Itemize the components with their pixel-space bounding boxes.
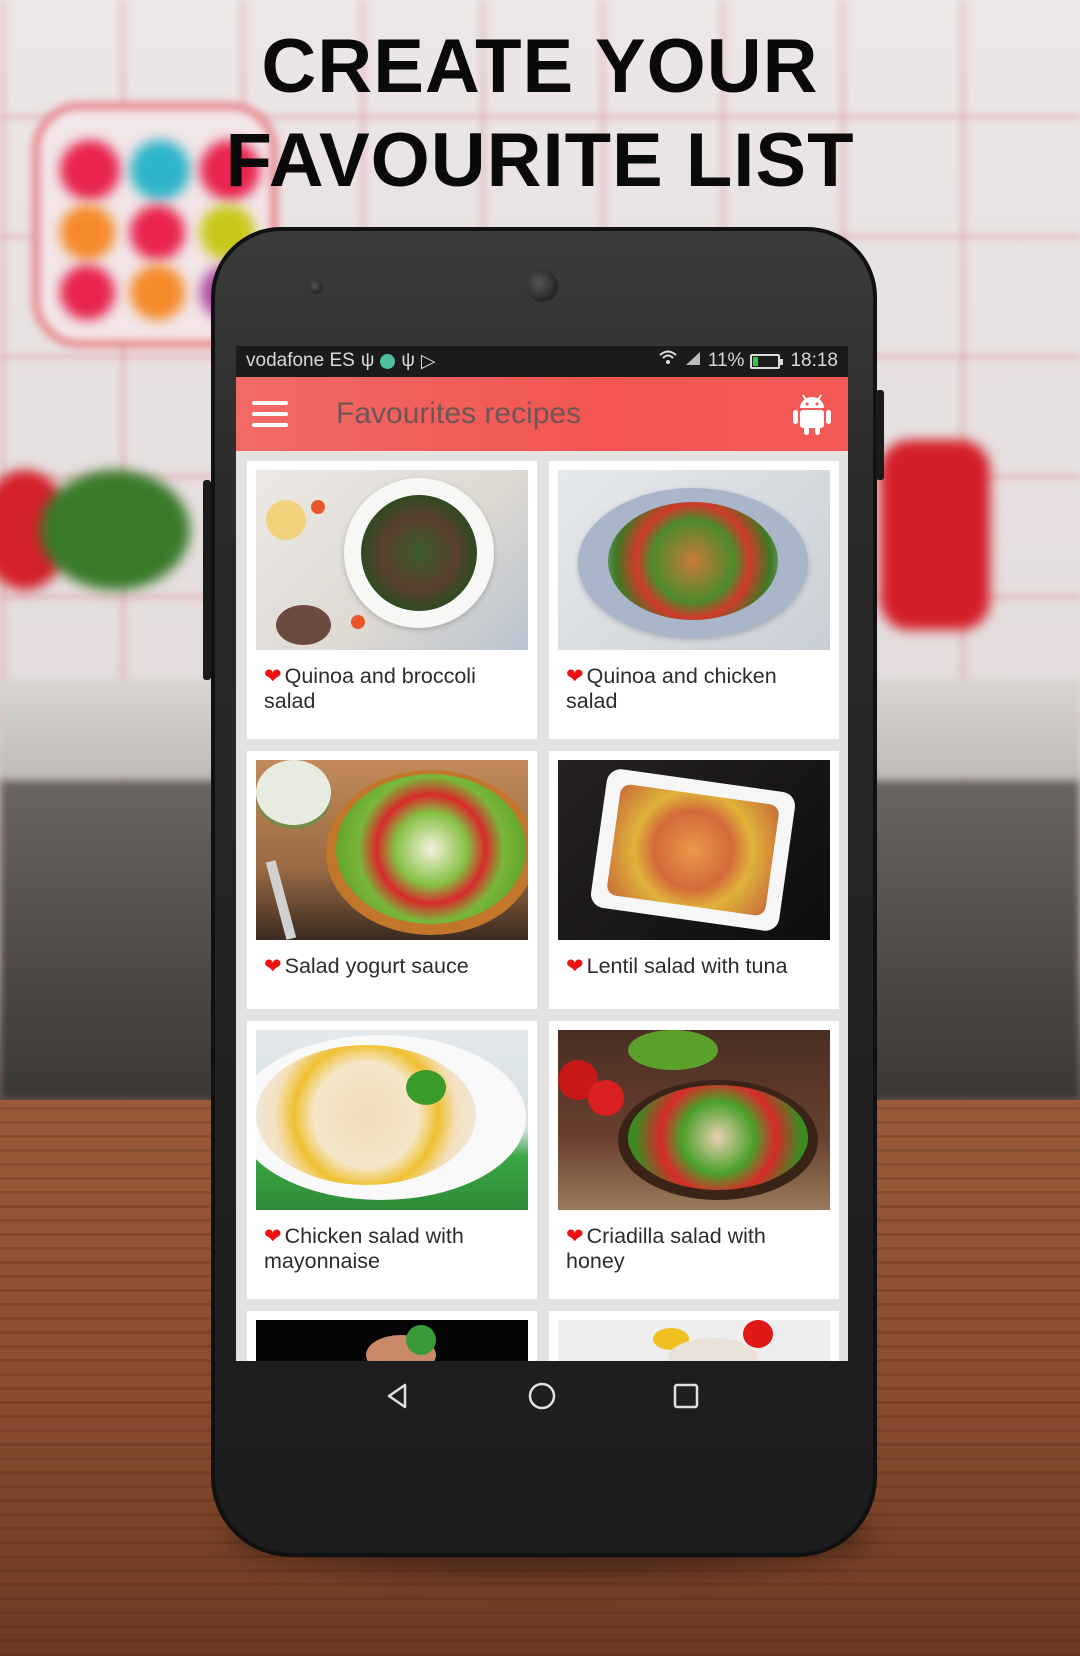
app-notification-icon	[380, 353, 396, 369]
heart-icon[interactable]: ❤	[264, 1225, 282, 1248]
partial-recipe-photo	[558, 1320, 830, 1361]
heart-icon[interactable]: ❤	[264, 955, 282, 978]
recipe-card[interactable]: ❤ Lentil salad with tuna	[549, 751, 839, 1009]
heart-icon[interactable]: ❤	[264, 665, 282, 688]
headline-line-2: FAVOURITE LIST	[225, 118, 855, 203]
salad-yogurt-sauce-photo	[256, 760, 528, 940]
carrier-name: vodafone ES	[246, 350, 355, 371]
home-icon[interactable]	[525, 1379, 559, 1413]
quinoa-broccoli-salad-photo	[256, 470, 528, 650]
wifi-icon	[658, 350, 678, 372]
usb-icon: ψ	[360, 350, 375, 371]
back-icon[interactable]	[381, 1379, 415, 1413]
page-title: Favourites recipes	[336, 397, 582, 430]
battery-percent: 11%	[707, 350, 745, 371]
clock: 18:18	[790, 350, 838, 371]
recipe-card[interactable]: ❤ Salad yogurt sauce	[247, 751, 537, 1009]
quinoa-chicken-salad-photo	[558, 470, 830, 650]
phone-screen: vodafone ES ψ ψ ▷ 11% 18:18 Favourites r…	[236, 346, 848, 1361]
usb-icon: ψ	[401, 350, 415, 371]
recipe-title[interactable]: ❤ Lentil salad with tuna	[558, 940, 830, 979]
play-store-icon: ▷	[420, 350, 436, 372]
background-decor	[60, 265, 115, 320]
recipe-title[interactable]: ❤ Quinoa and chicken salad	[558, 650, 830, 713]
chicken-salad-mayonnaise-photo	[256, 1030, 528, 1210]
recents-icon[interactable]	[669, 1379, 703, 1413]
battery-icon	[750, 353, 784, 369]
recipe-title[interactable]: ❤ Chicken salad with mayonnaise	[256, 1210, 528, 1273]
background-decor	[40, 470, 190, 590]
recipe-title[interactable]: ❤ Quinoa and broccoli salad	[256, 650, 528, 713]
signal-icon	[684, 350, 702, 372]
background-decor	[60, 205, 115, 260]
phone-side-button	[876, 390, 884, 480]
android-icon[interactable]	[792, 392, 832, 436]
background-decor	[130, 205, 185, 260]
recipe-card[interactable]: ❤ Quinoa and chicken salad	[549, 461, 839, 739]
recipe-card[interactable]: ❤ Criadilla salad with honey	[549, 1021, 839, 1299]
recipe-card[interactable]	[247, 1311, 537, 1361]
app-bar: Favourites recipes	[236, 377, 848, 451]
heart-icon[interactable]: ❤	[566, 665, 584, 688]
lentil-salad-tuna-photo	[558, 760, 830, 940]
status-bar: vodafone ES ψ ψ ▷ 11% 18:18	[236, 346, 848, 376]
recipe-card[interactable]	[549, 1311, 839, 1361]
recipe-title[interactable]: ❤ Salad yogurt sauce	[256, 940, 528, 979]
recipe-card[interactable]: ❤ Quinoa and broccoli salad	[247, 461, 537, 739]
background-decor	[130, 265, 185, 320]
background-decor	[880, 440, 990, 630]
hamburger-menu-icon[interactable]	[252, 401, 288, 427]
android-nav-bar	[236, 1361, 848, 1431]
heart-icon[interactable]: ❤	[566, 1225, 584, 1248]
phone-sensor	[309, 280, 323, 294]
phone-front-camera	[526, 270, 558, 302]
favourites-list[interactable]: ❤ Quinoa and broccoli salad ❤ Quinoa and c…	[236, 451, 848, 1361]
partial-recipe-photo	[256, 1320, 528, 1361]
promo-headline: CREATE YOUR FAVOURITE LIST	[0, 20, 1080, 208]
phone-side-button	[203, 480, 211, 680]
heart-icon[interactable]: ❤	[566, 955, 584, 978]
recipe-card[interactable]: ❤ Chicken salad with mayonnaise	[247, 1021, 537, 1299]
recipe-title[interactable]: ❤ Criadilla salad with honey	[558, 1210, 830, 1273]
criadilla-salad-honey-photo	[558, 1030, 830, 1210]
headline-line-1: CREATE YOUR	[261, 24, 819, 109]
